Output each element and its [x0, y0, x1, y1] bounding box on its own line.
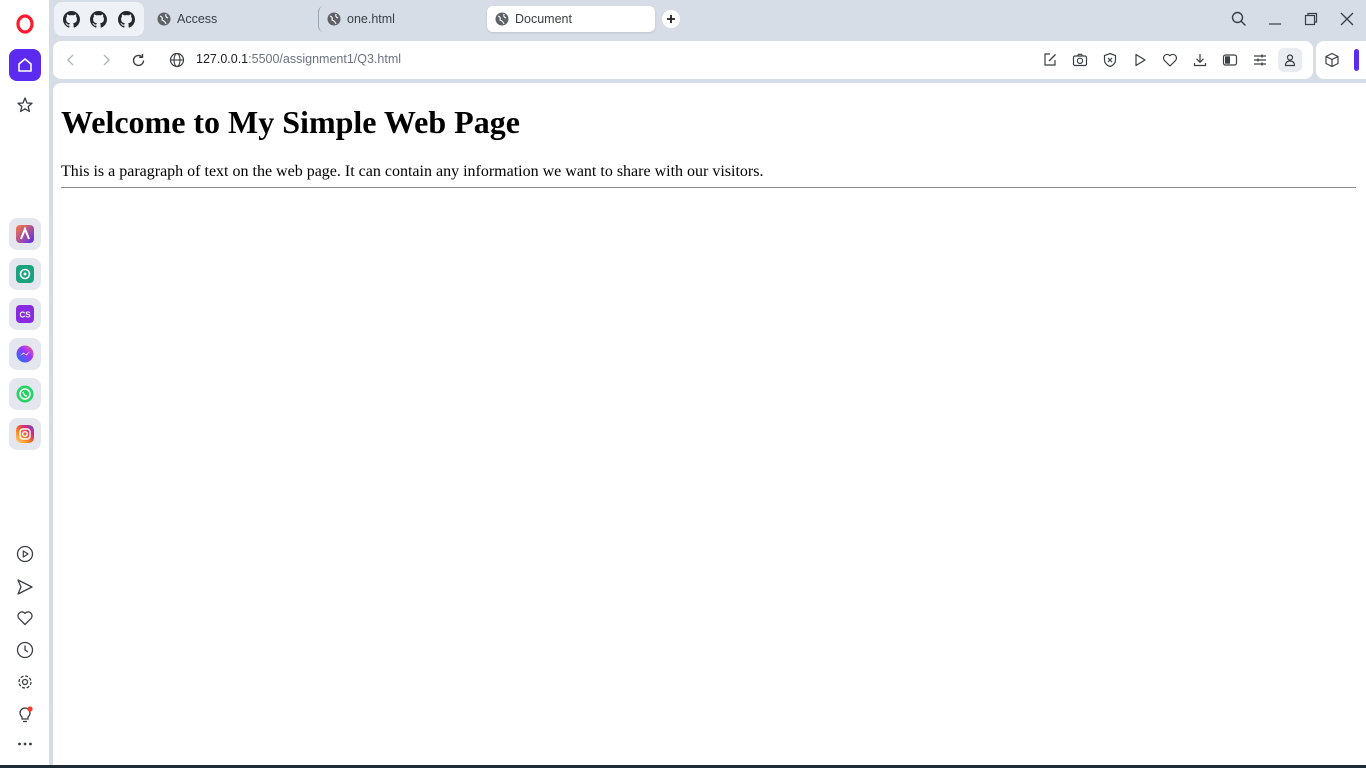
lightbulb-icon — [19, 706, 33, 723]
home-button[interactable] — [9, 49, 41, 81]
snapshot-button[interactable] — [1070, 50, 1090, 70]
edit-icon — [1044, 53, 1056, 66]
cs-icon: CS — [16, 305, 34, 323]
easy-setup-menu-button[interactable] — [1250, 50, 1270, 70]
heart-icon — [17, 611, 33, 626]
heart-button[interactable] — [9, 602, 41, 634]
tab-access[interactable]: Access — [149, 6, 309, 32]
globe-icon — [169, 52, 185, 68]
close-window-button[interactable] — [1335, 8, 1359, 30]
pinboard-button[interactable] — [1160, 50, 1180, 70]
play-icon — [1135, 53, 1146, 67]
restore-button[interactable] — [1299, 8, 1323, 30]
tab-strip: Access one.html Document — [49, 0, 1366, 40]
sidebar: CS — [0, 0, 50, 768]
downloads-button[interactable] — [1190, 50, 1210, 70]
site-info-button[interactable] — [167, 50, 187, 70]
player-button[interactable] — [9, 538, 41, 570]
tips-button[interactable] — [9, 699, 41, 731]
extensions-button[interactable] — [1322, 50, 1342, 70]
camera-icon — [1072, 53, 1088, 67]
github-icon — [90, 10, 108, 28]
new-tab-button[interactable] — [662, 10, 680, 28]
extensions-area — [1316, 41, 1366, 79]
tab-one-html[interactable]: one.html — [318, 6, 483, 32]
address-toolbar: 127.0.0.1:5500/assignment1/Q3.html — [53, 41, 1313, 79]
cs-button[interactable]: CS — [9, 298, 41, 330]
star-icon — [17, 97, 33, 113]
back-button[interactable] — [61, 50, 81, 70]
whatsapp-button[interactable] — [9, 378, 41, 410]
sliders-icon — [1254, 54, 1266, 66]
instagram-button[interactable] — [9, 418, 41, 450]
reload-icon — [132, 53, 144, 66]
whatsapp-icon — [16, 385, 34, 403]
aria-icon — [16, 225, 34, 243]
tab-document[interactable]: Document — [487, 6, 655, 32]
sidebar-accent-indicator — [1354, 49, 1359, 71]
more-icon — [18, 742, 32, 746]
messenger-button[interactable] — [9, 338, 41, 370]
chevron-left-icon — [67, 54, 74, 66]
tab-label: one.html — [347, 12, 395, 26]
profile-button[interactable] — [1278, 48, 1302, 72]
reload-button[interactable] — [128, 50, 148, 70]
home-icon — [18, 58, 32, 72]
contrast-icon — [1222, 54, 1238, 66]
page-paragraph: This is a paragraph of text on the web p… — [61, 163, 764, 180]
chatgpt-icon — [16, 265, 34, 283]
settings-button[interactable] — [9, 666, 41, 698]
github-icon — [117, 10, 135, 28]
chevron-right-icon — [103, 54, 110, 66]
player-toolbar-button[interactable] — [1130, 50, 1150, 70]
history-button[interactable] — [9, 634, 41, 666]
send-icon — [17, 579, 33, 595]
opera-logo-icon[interactable] — [9, 8, 41, 40]
github-icon — [63, 10, 81, 28]
tab-label: Access — [177, 12, 218, 26]
cs-label: CS — [19, 311, 31, 320]
horizontal-rule — [61, 187, 1356, 188]
cube-icon — [1325, 52, 1339, 68]
user-icon — [1284, 54, 1296, 67]
messenger-icon — [16, 345, 34, 363]
globe-icon — [327, 12, 341, 26]
chatgpt-button[interactable] — [9, 258, 41, 290]
search-icon — [1231, 11, 1246, 26]
web-page-content: Welcome to My Simple Web Page This is a … — [53, 83, 1366, 765]
bookmarks-button[interactable] — [9, 89, 41, 121]
heart-icon — [1162, 53, 1178, 67]
settings-icon — [18, 675, 32, 689]
adblock-button[interactable] — [1100, 50, 1120, 70]
aria-button[interactable] — [9, 218, 41, 250]
url-host: 127.0.0.1 — [196, 52, 249, 66]
instagram-icon — [16, 425, 34, 443]
player-icon — [16, 545, 34, 563]
minimize-button[interactable] — [1263, 8, 1287, 30]
easy-setup-button[interactable] — [1040, 50, 1060, 70]
close-icon — [1340, 12, 1354, 26]
theme-toggle-button[interactable] — [1220, 50, 1240, 70]
globe-icon — [157, 12, 171, 26]
download-icon — [1193, 54, 1207, 67]
pinned-tab-github-3[interactable] — [115, 8, 137, 30]
plus-icon — [667, 15, 675, 23]
minimize-icon — [1269, 23, 1281, 25]
more-button[interactable] — [9, 728, 41, 760]
search-tabs-button[interactable] — [1227, 8, 1251, 30]
address-bar[interactable]: 127.0.0.1:5500/assignment1/Q3.html — [196, 52, 401, 66]
send-button[interactable] — [9, 571, 41, 603]
page-heading: Welcome to My Simple Web Page — [61, 104, 520, 140]
tab-label: Document — [515, 12, 572, 26]
restore-icon — [1304, 12, 1318, 26]
history-icon — [16, 641, 34, 659]
globe-icon — [495, 12, 509, 26]
forward-button[interactable] — [96, 50, 116, 70]
url-path: :5500/assignment1/Q3.html — [248, 52, 402, 66]
shield-icon — [1103, 52, 1117, 68]
pinned-tab-github-2[interactable] — [88, 8, 110, 30]
pinned-tabs — [54, 2, 144, 36]
pinned-tab-github-1[interactable] — [61, 8, 83, 30]
